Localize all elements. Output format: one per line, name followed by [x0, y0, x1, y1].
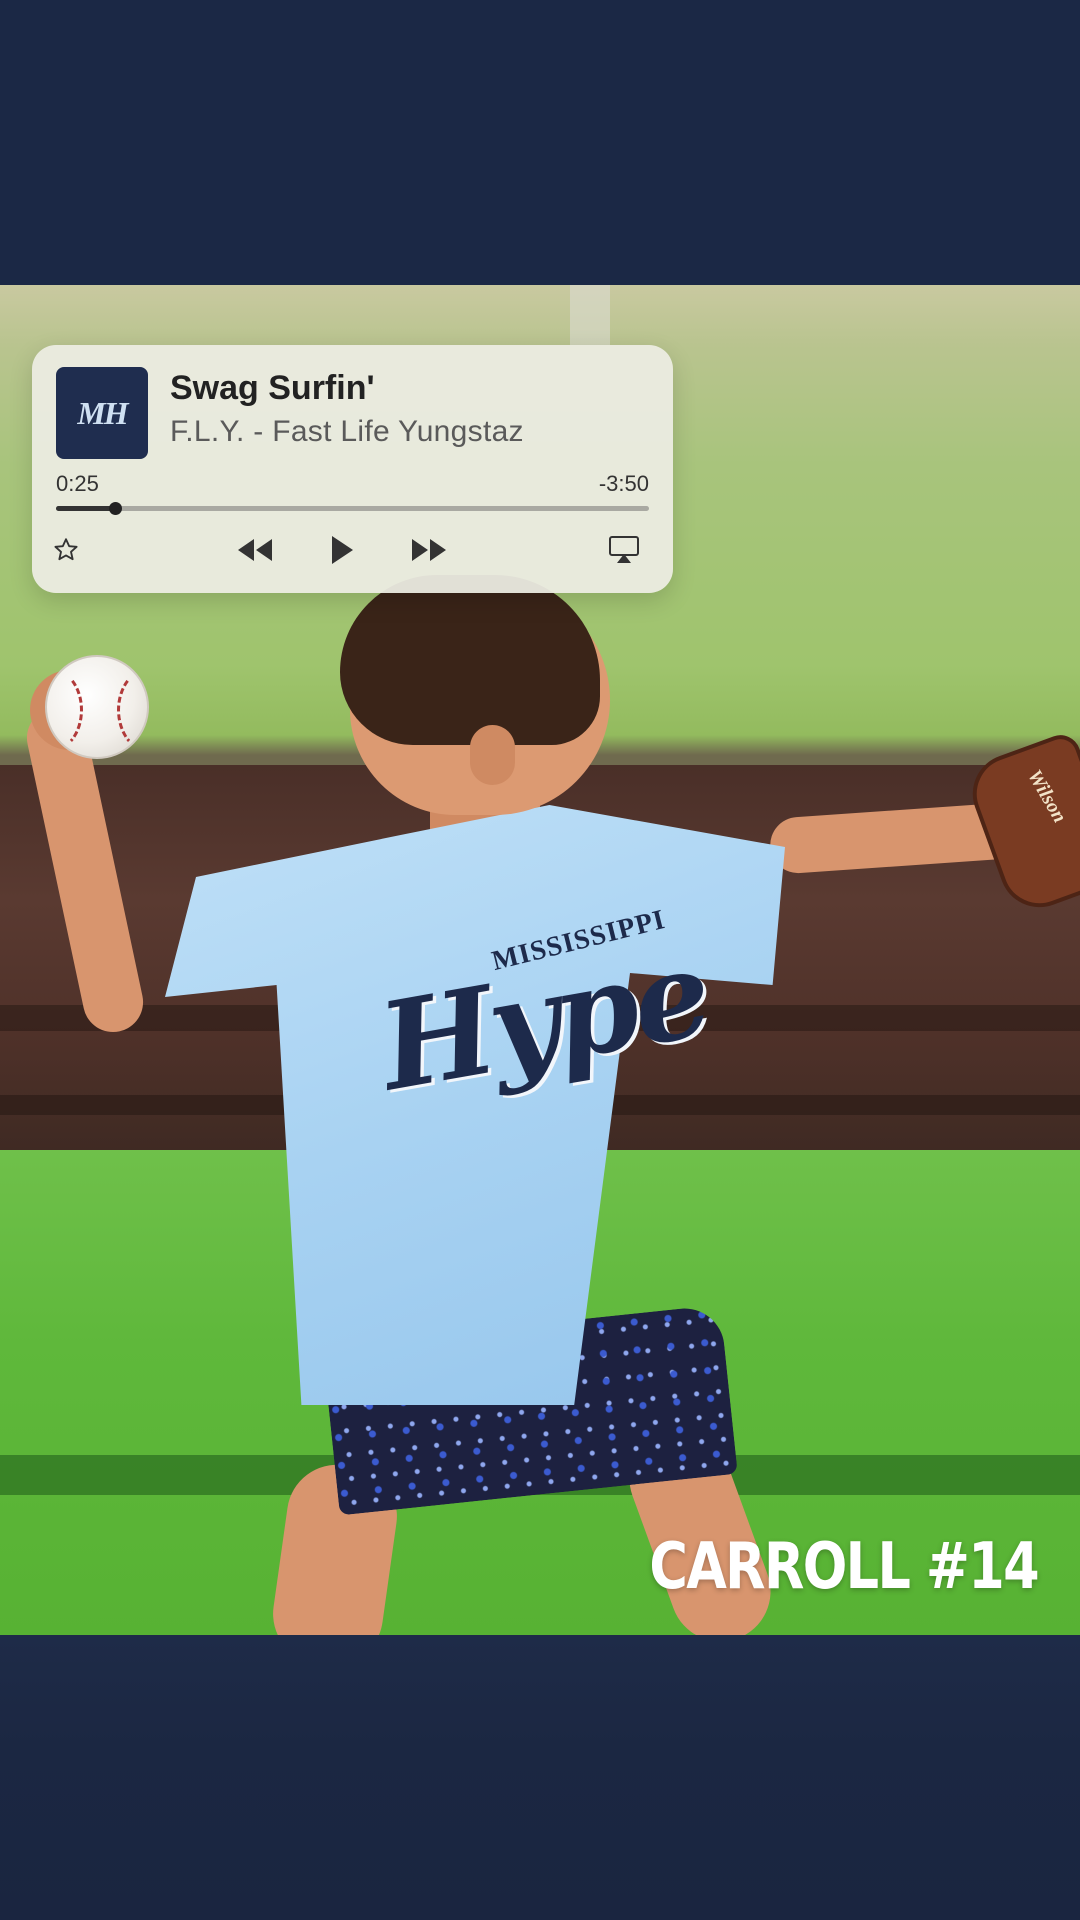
favorite-button[interactable] — [46, 530, 86, 570]
progress-scrubber[interactable] — [56, 502, 649, 515]
rewind-button[interactable] — [230, 530, 280, 570]
remaining-time: -3:50 — [598, 471, 649, 496]
elapsed-time: 0:25 — [56, 471, 99, 496]
rewind-icon — [235, 536, 275, 564]
fast-forward-button[interactable] — [404, 530, 454, 570]
play-button[interactable] — [322, 530, 362, 570]
album-art[interactable]: MH — [56, 367, 148, 459]
player-ear — [470, 725, 515, 785]
background-pole — [570, 285, 610, 345]
baseball — [45, 655, 149, 759]
play-icon — [329, 534, 355, 566]
scrubber-thumb[interactable] — [109, 502, 123, 515]
player-caption: CARROLL #14 — [649, 1530, 1039, 1604]
track-title: Swag Surfin' — [170, 369, 375, 407]
track-artist: F.L.Y. - Fast Life Yungstaz — [170, 415, 524, 448]
now-playing-widget: MH Swag Surfin' F.L.Y. - Fast Life Yungs… — [32, 345, 673, 593]
bottom-background — [0, 1635, 1080, 1920]
player-hair — [340, 575, 600, 745]
fast-forward-icon — [409, 536, 449, 564]
progress-fill — [56, 506, 116, 511]
airplay-button[interactable] — [602, 530, 646, 570]
airplay-icon — [608, 535, 640, 565]
star-icon — [52, 536, 80, 564]
album-art-logo: MH — [77, 394, 128, 431]
